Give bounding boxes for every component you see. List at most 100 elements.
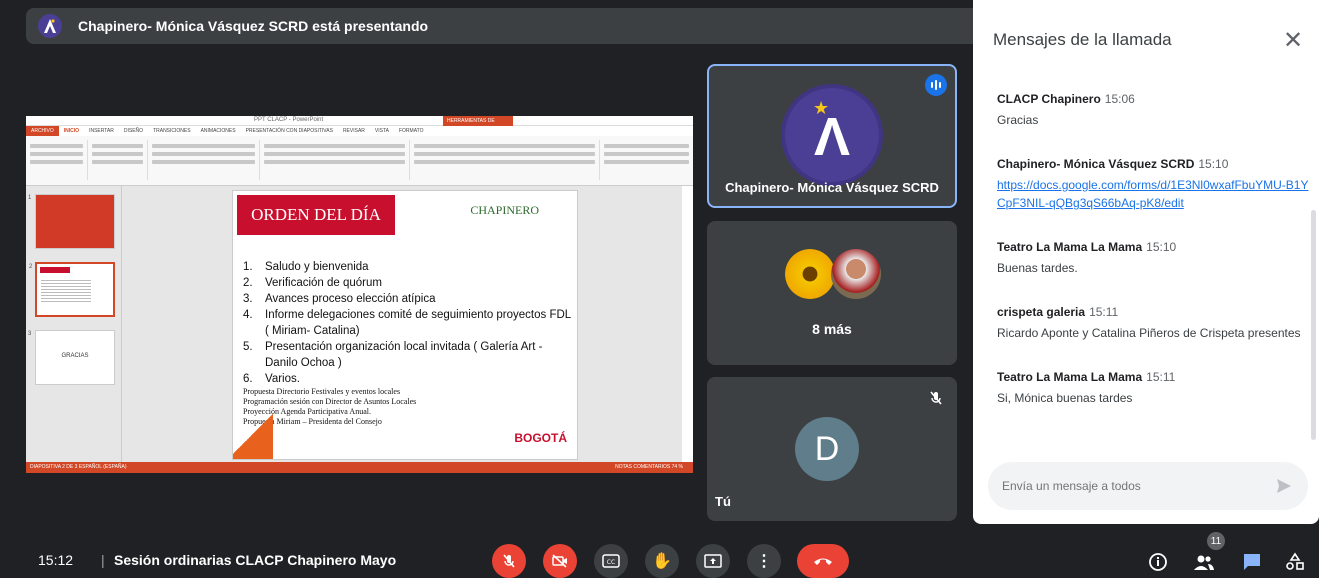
agenda-item: Saludo y bienvenida [243,259,573,275]
ppt-tab-formato: FORMATO [398,128,424,134]
presenting-banner-text: Chapinero- Mónica Vásquez SCRD está pres… [78,18,429,34]
agenda-item: Varios. [243,371,573,387]
more-vertical-icon: ⋮ [756,553,772,570]
agenda-subitem: Programación sesión con Director de Asun… [243,397,417,406]
presenter-avatar: ★ Λ [781,84,883,186]
ribbon-group-clipboard [26,140,88,180]
mic-off-icon [925,387,947,409]
chat-button[interactable] [1240,550,1264,574]
flower-avatar [785,249,835,299]
message-time: 15:11 [1146,370,1176,384]
ppt-status-bar: DIAPOSITIVA 2 DE 3 ESPAÑOL (ESPAÑA) NOTA… [26,462,693,473]
raise-hand-button[interactable]: ✋ [645,544,679,578]
star-icon: ★ [813,98,830,118]
chat-compose [988,462,1308,510]
ppt-slide-canvas: ORDEN DEL DÍA CHAPINERO Saludo y bienven… [122,186,682,462]
hang-up-icon [814,558,832,565]
present-screen-icon [704,554,722,568]
ppt-tab-revisar: REVISAR [342,128,365,134]
message-sender: Teatro La Mama La Mama [997,240,1143,254]
ppt-tab-vista: VISTA [374,128,389,134]
participant-tile-presenter[interactable]: ★ Λ Chapinero- Mónica Vásquez SCRD [707,64,957,208]
message-time: 15:10 [1198,157,1229,171]
hand-icon: ✋ [652,553,672,570]
ppt-window-title: PPT CLACP - PowerPoint [254,117,324,123]
info-icon [1149,553,1167,571]
message-time: 15:10 [1146,240,1177,254]
chat-scrollbar[interactable] [1311,210,1316,440]
message-link[interactable]: https://docs.google.com/forms/d/1E3Nl0wx… [997,176,1313,212]
chat-icon [1244,554,1260,570]
message-sender: CLACP Chapinero [997,92,1101,106]
activities-icon [1286,552,1304,570]
self-tile-name: Tú [715,494,731,509]
ribbon-group-paragraph [260,140,410,180]
slide-thumbnail-2: 2 [29,262,115,317]
svg-text:CC: CC [607,559,615,566]
chat-message: CLACP Chapinero 15:06 Gracias [997,92,1313,129]
ppt-tab-animaciones: ANIMACIONES [200,128,236,134]
agenda-item: Verificación de quórum [243,275,573,291]
send-icon[interactable] [1274,476,1294,496]
shared-screen: PPT CLACP - PowerPoint HERRAMIENTAS DE D… [26,116,693,473]
message-sender: crispeta galeria [997,305,1086,319]
more-options-button[interactable]: ⋮ [747,544,781,578]
agenda-subitem: Propuesta Directorio Festivales y evento… [243,387,401,396]
meeting-name: Sesión ordinarias CLACP Chapinero Mayo [114,552,397,568]
ppt-status-left: DIAPOSITIVA 2 DE 3 ESPAÑOL (ESPAÑA) [30,464,127,470]
meeting-time: 15:12 [38,552,74,568]
agenda-item: Presentación organización local invitada… [243,339,573,371]
bottom-bar: 15:12 | Sesión ordinarias CLACP Chapiner… [0,532,1319,578]
mic-off-button[interactable] [492,544,526,578]
present-button[interactable] [696,544,730,578]
participant-tile-self[interactable]: D Tú [707,377,957,521]
meeting-divider: | [101,552,105,568]
ppt-drawing-tools: HERRAMIENTAS DE DIBUJO [443,116,513,134]
ribbon-group-slides [88,140,148,180]
chat-message: Teatro La Mama La Mama 15:11 Si, Mónica b… [997,370,1313,407]
ribbon-group-editing [600,140,693,180]
ribbon-group-drawing [410,140,600,180]
ppt-tab-archivo: ARCHIVO [26,126,59,136]
agenda-item: Avances proceso elección atípica [243,291,573,307]
agenda-subitem: Propuesta Miriam – Presidenta del Consej… [243,417,382,426]
activities-button[interactable] [1283,550,1307,574]
message-time: 15:11 [1089,305,1119,319]
camera-off-button[interactable] [543,544,577,578]
ppt-tab-insertar: INSERTAR [89,128,114,134]
slide-title: ORDEN DEL DÍA [237,195,395,235]
person-avatar [831,249,881,299]
chat-messages: CLACP Chapinero 15:06 Gracias Chapinero- … [997,92,1313,435]
ppt-ribbon-tabs: ARCHIVO INICIO INSERTAR DISEÑO TRANSICIO… [26,126,693,136]
chat-message: Teatro La Mama La Mama 15:10 Buenas tarde… [997,240,1313,277]
participant-tile-more[interactable]: 8 más [707,221,957,365]
more-participants-label: 8 más [812,321,852,337]
meeting-info-button[interactable] [1146,550,1170,574]
participants-button[interactable] [1192,550,1216,574]
ppt-tab-transiciones: TRANSICIONES [153,128,191,134]
close-icon[interactable]: ✕ [1283,26,1303,55]
message-text: Si, Mónica buenas tardes [997,391,1133,405]
chat-panel: Mensajes de la llamada ✕ CLACP Chapinero… [973,0,1319,524]
message-text: Buenas tardes. [997,261,1078,275]
message-sender: Chapinero- Mónica Vásquez SCRD [997,157,1195,171]
message-text: Gracias [997,113,1039,127]
slide-thumbnail-1: 1 [28,194,115,249]
message-time: 15:06 [1104,92,1135,106]
presenter-avatar-icon [38,14,62,38]
bogota-logo: BOGOTÁ [514,431,567,445]
chat-input[interactable] [1002,476,1262,496]
captions-button[interactable]: CC [594,544,628,578]
ribbon-group-font [148,140,260,180]
leave-call-button[interactable] [797,544,849,578]
ppt-ribbon [26,136,693,186]
ppt-status-right: NOTAS COMENTARIOS 74 % [615,464,683,470]
slide-agenda: Saludo y bienvenida Verificación de quór… [243,259,573,427]
participants-count-badge: 11 [1207,532,1225,550]
speaking-indicator-icon [925,74,947,96]
self-avatar: D [795,417,859,481]
thumbnail-3-text: GRACIAS [61,353,89,359]
mic-off-icon [503,554,515,568]
captions-icon: CC [602,554,620,568]
presenter-tile-name: Chapinero- Mónica Vásquez SCRD [725,180,939,195]
